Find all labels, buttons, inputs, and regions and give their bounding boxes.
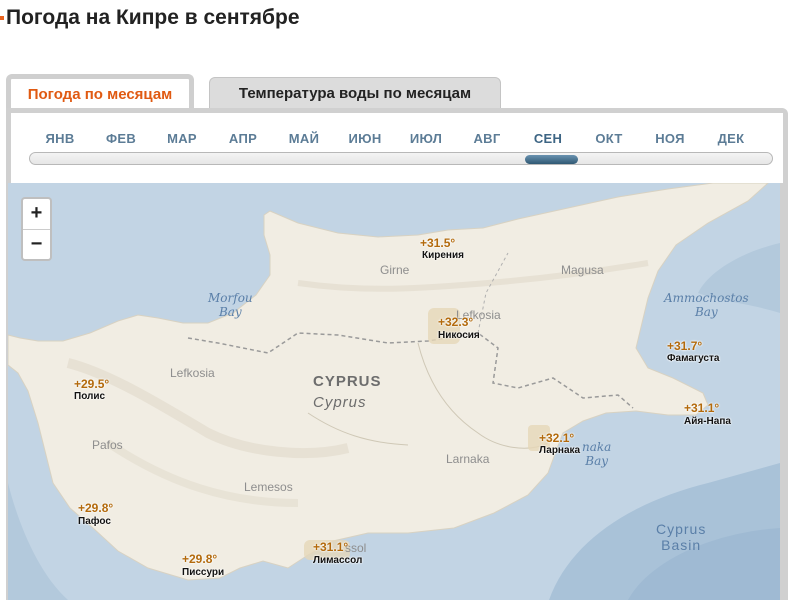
city-limassol: Лимассол bbox=[313, 555, 363, 566]
place-label-limassol-partial: ssol bbox=[345, 541, 367, 555]
temp-famagusta[interactable]: +31.7° bbox=[667, 339, 702, 353]
month-aug[interactable]: АВГ bbox=[457, 131, 517, 146]
tab-weather-by-month[interactable]: Погода по месяцам bbox=[6, 74, 194, 110]
water-label-ammochostos: Ammochostos Bay bbox=[664, 291, 749, 319]
temp-ayia-napa[interactable]: +31.1° bbox=[684, 401, 719, 415]
temp-limassol[interactable]: +31.1° bbox=[313, 540, 348, 554]
temp-paphos[interactable]: +29.8° bbox=[78, 501, 113, 515]
place-label-lemesos: Lemesos bbox=[244, 480, 293, 494]
month-oct[interactable]: ОКТ bbox=[579, 131, 639, 146]
temp-pissouri[interactable]: +29.8° bbox=[182, 552, 217, 566]
water-label-cyprus-basin: Cyprus Basin bbox=[656, 521, 707, 553]
temp-polis[interactable]: +29.5° bbox=[74, 377, 109, 391]
zoom-control: + − bbox=[21, 197, 52, 261]
country-label-local: Cyprus bbox=[313, 394, 367, 411]
city-ayia-napa: Айя-Напа bbox=[684, 416, 731, 427]
month-sep[interactable]: СЕН bbox=[518, 131, 578, 146]
title-bullet bbox=[0, 16, 4, 20]
country-label: CYPRUS bbox=[313, 373, 382, 390]
month-list: ЯНВ ФЕВ МАР АПР МАЙ ИЮН ИЮЛ АВГ СЕН ОКТ … bbox=[16, 131, 788, 151]
tab-water-temperature[interactable]: Температура воды по месяцам bbox=[209, 77, 501, 110]
place-label-pafos: Pafos bbox=[92, 438, 123, 452]
place-label-lefkosia-district: Lefkosia bbox=[170, 366, 215, 380]
place-label-magusa: Magusa bbox=[561, 263, 604, 277]
month-selector: ЯНВ ФЕВ МАР АПР МАЙ ИЮН ИЮЛ АВГ СЕН ОКТ … bbox=[11, 113, 783, 183]
month-mar[interactable]: МАР bbox=[152, 131, 212, 146]
city-polis: Полис bbox=[74, 391, 106, 402]
month-slider-track[interactable] bbox=[29, 152, 773, 165]
water-label-morfou: Morfou Bay bbox=[208, 291, 253, 319]
temp-kyrenia[interactable]: +31.5° bbox=[420, 236, 455, 250]
city-kyrenia: Кирения bbox=[422, 250, 464, 261]
month-slider-thumb[interactable] bbox=[525, 155, 578, 164]
city-paphos: Пафос bbox=[78, 516, 111, 527]
month-jul[interactable]: ИЮЛ bbox=[396, 131, 456, 146]
city-larnaca: Ларнака bbox=[539, 445, 581, 456]
map[interactable]: Morfou Bay Ammochostos Bay naka Bay Cyprus B… bbox=[8, 183, 780, 600]
month-may[interactable]: МАЙ bbox=[274, 131, 334, 146]
month-dec[interactable]: ДЕК bbox=[701, 131, 761, 146]
water-label-larnaka-bay: naka Bay bbox=[582, 440, 612, 468]
place-label-larnaka: Larnaka bbox=[446, 452, 490, 466]
temp-larnaca[interactable]: +32.1° bbox=[539, 431, 574, 445]
tabs: Погода по месяцам Температура воды по ме… bbox=[6, 74, 786, 110]
place-label-girne: Girne bbox=[380, 263, 410, 277]
month-apr[interactable]: АПР bbox=[213, 131, 273, 146]
zoom-out-button[interactable]: − bbox=[23, 229, 50, 260]
city-nicosia: Никосия bbox=[438, 330, 480, 341]
city-famagusta: Фамагуста bbox=[667, 353, 720, 364]
month-nov[interactable]: НОЯ bbox=[640, 131, 700, 146]
zoom-in-button[interactable]: + bbox=[23, 199, 50, 229]
month-jan[interactable]: ЯНВ bbox=[30, 131, 90, 146]
temp-nicosia[interactable]: +32.3° bbox=[438, 315, 473, 329]
page-title: Погода на Кипре в сентябре bbox=[6, 6, 300, 29]
month-jun[interactable]: ИЮН bbox=[335, 131, 395, 146]
month-feb[interactable]: ФЕВ bbox=[91, 131, 151, 146]
city-pissouri: Писсури bbox=[182, 567, 225, 578]
